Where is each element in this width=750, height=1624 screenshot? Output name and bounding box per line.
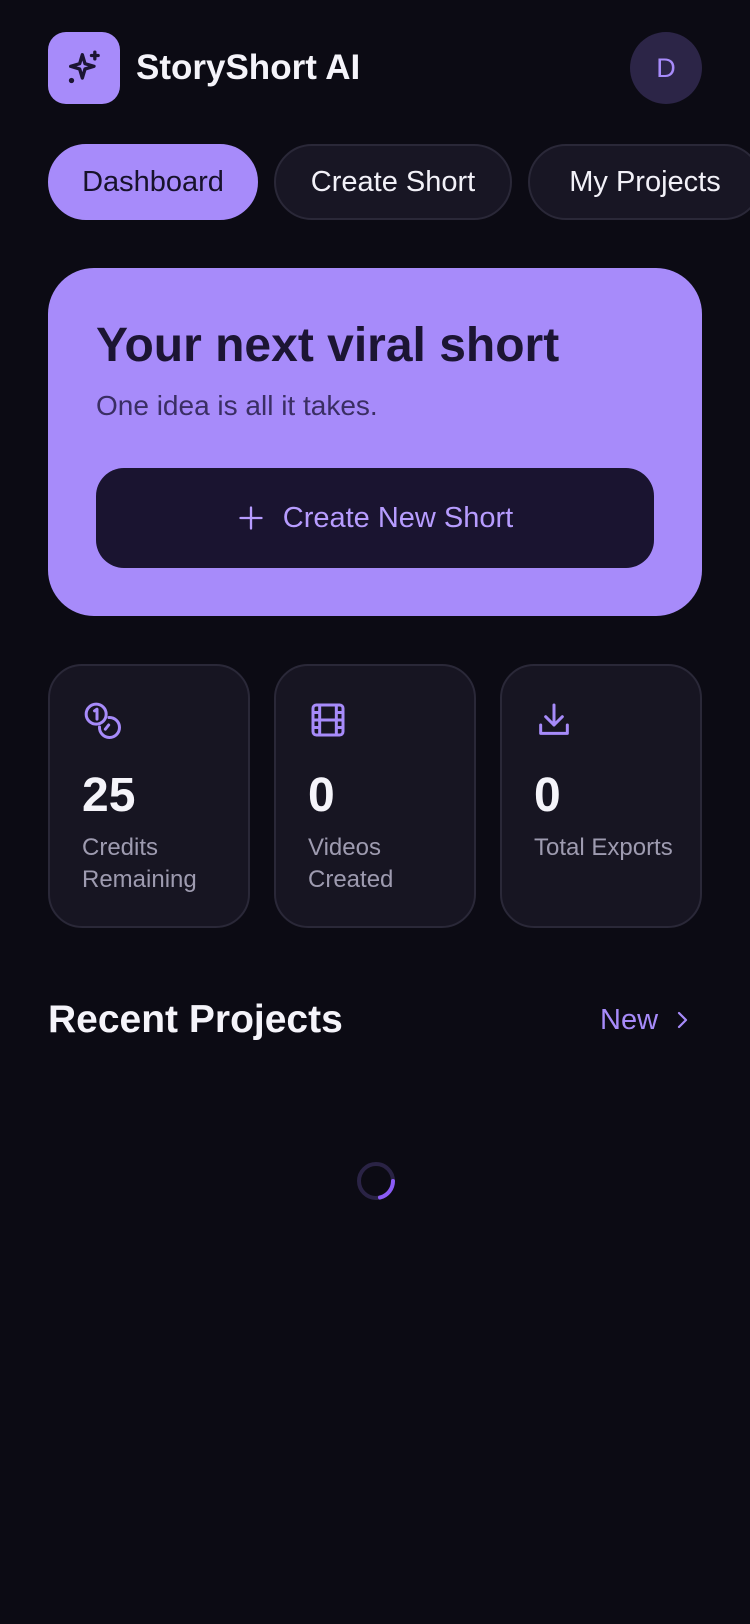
stat-label: Videos Created — [308, 834, 394, 893]
new-project-link-label: New — [600, 1003, 659, 1036]
new-project-link[interactable]: New — [600, 1000, 694, 1040]
stat-value: 0 — [534, 769, 561, 822]
stat-card-credits: 25 Credits Remaining — [48, 664, 250, 928]
tab-my-projects[interactable]: My Projects — [528, 144, 750, 220]
hero-title: Your next viral short — [96, 319, 560, 372]
coins-icon — [84, 702, 121, 739]
stat-card-exports: 0 Total Exports — [500, 664, 702, 928]
create-new-short-label: Create New Short — [282, 501, 514, 534]
loading-spinner-icon — [357, 1162, 395, 1200]
create-new-short-button[interactable]: Create New Short — [96, 468, 654, 568]
app-logo[interactable] — [48, 32, 120, 104]
recent-projects-title: Recent Projects — [48, 998, 343, 1041]
tab-dashboard[interactable]: Dashboard — [48, 144, 258, 220]
stat-label: Credits Remaining — [82, 834, 197, 893]
sparkles-icon — [68, 50, 100, 84]
chevron-right-icon — [677, 1011, 688, 1029]
app-root: StoryShort AI D Dashboard Create Short M… — [0, 0, 750, 1624]
user-avatar[interactable]: D — [630, 32, 702, 104]
hero-card: Your next viral short One idea is all it… — [48, 268, 702, 616]
stat-label: Total Exports — [534, 834, 673, 861]
plus-icon — [239, 506, 263, 530]
stat-card-videos: 0 Videos Created — [274, 664, 476, 928]
tab-create-short[interactable]: Create Short — [274, 144, 512, 220]
app-title: StoryShort AI — [136, 48, 361, 87]
nav-tabs: Dashboard Create Short My Projects — [0, 144, 750, 220]
stat-value: 0 — [308, 769, 335, 822]
hero-subtitle: One idea is all it takes. — [96, 390, 378, 421]
film-icon — [311, 703, 345, 737]
download-icon — [539, 703, 569, 735]
stat-value: 25 — [82, 769, 136, 822]
